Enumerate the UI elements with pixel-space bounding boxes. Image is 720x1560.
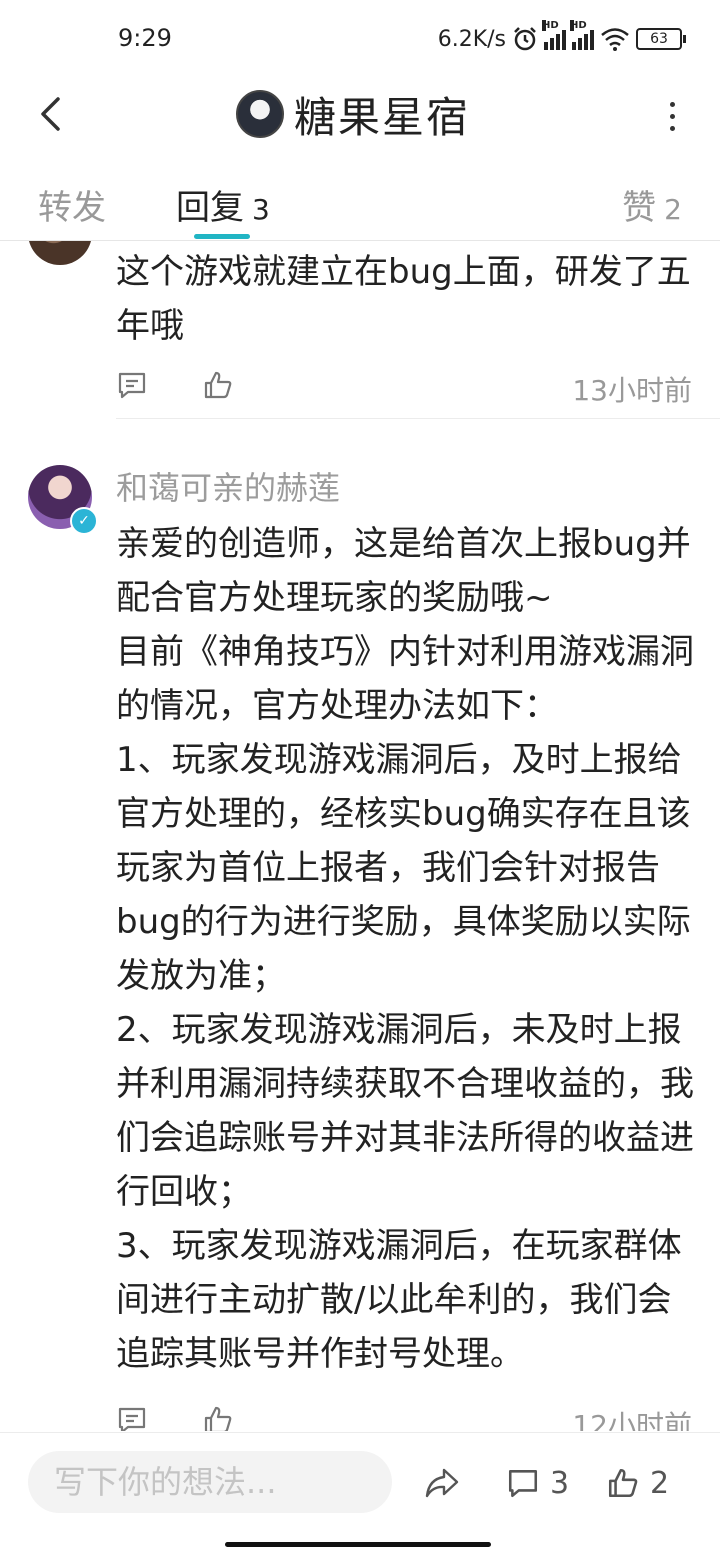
- page-title: 糖果星宿: [294, 92, 471, 142]
- wifi-icon: [601, 28, 629, 51]
- battery-icon: 63: [636, 28, 686, 50]
- status-icons: 6.2K/s HD HD 63: [437, 20, 686, 56]
- signal-icon: HD: [542, 20, 566, 50]
- comment-icon[interactable]: [116, 1404, 148, 1431]
- avatar[interactable]: [28, 241, 92, 265]
- comment-time: 13小时前: [572, 374, 692, 407]
- top-bar: 糖果星宿: [0, 80, 720, 150]
- comment-text: 这个游戏就建立在bug上面，研发了五年哦: [116, 252, 691, 346]
- tab-forward[interactable]: 转发: [38, 180, 106, 229]
- reply-list[interactable]: 这个游戏就建立在bug上面，研发了五年哦 13小时前 ✓ 和蔼可亲的赫莲 亲爱的…: [0, 241, 720, 1431]
- like-count: 2: [650, 1465, 670, 1501]
- comment-actions: 12小时前: [116, 1398, 692, 1431]
- tab-bar: 转发 回复 3 赞2: [0, 170, 720, 241]
- more-dots-icon: [669, 101, 675, 107]
- bottom-action-bar: 写下你的想法... 3 2: [0, 1432, 720, 1533]
- verified-badge-icon: ✓: [70, 507, 98, 535]
- thumbs-up-icon: [608, 1468, 638, 1498]
- tab-likes[interactable]: 赞2: [622, 180, 682, 229]
- network-speed: 6.2K/s: [437, 26, 506, 52]
- comment-input[interactable]: 写下你的想法...: [28, 1451, 392, 1513]
- status-time: 9:29: [118, 24, 172, 52]
- comments-button[interactable]: 3: [506, 1463, 569, 1503]
- chevron-left-icon: [41, 97, 60, 131]
- comment-author[interactable]: 和蔼可亲的赫莲: [116, 463, 340, 509]
- tab-replies[interactable]: 回复 3: [176, 180, 270, 229]
- share-icon: [425, 1468, 459, 1498]
- comment-count: 3: [550, 1465, 570, 1501]
- like-button[interactable]: 2: [606, 1463, 669, 1503]
- avatar[interactable]: [236, 90, 284, 138]
- back-button[interactable]: [26, 90, 74, 138]
- comment-icon: [508, 1470, 538, 1498]
- alarm-icon: [514, 27, 536, 51]
- status-bar: 9:29 6.2K/s HD HD 63: [0, 0, 720, 80]
- thumbs-up-icon[interactable]: [202, 1404, 234, 1431]
- signal-icon: HD: [570, 20, 594, 50]
- share-button[interactable]: [424, 1463, 460, 1503]
- active-tab-indicator: [194, 234, 250, 239]
- like-count: 2: [664, 193, 682, 226]
- comment-time: 12小时前: [572, 1409, 692, 1431]
- divider: [116, 418, 720, 419]
- comment-text: 亲爱的创造师，这是给首次上报bug并配合官方处理玩家的奖励哦~ 目前《神角技巧》…: [116, 524, 694, 1374]
- comment-icon[interactable]: [116, 369, 148, 401]
- more-options-button[interactable]: [660, 94, 684, 138]
- reply-count: 3: [252, 193, 270, 226]
- title-area[interactable]: 糖果星宿: [236, 86, 470, 142]
- thumbs-up-icon[interactable]: [202, 369, 234, 401]
- home-indicator[interactable]: [225, 1542, 491, 1547]
- comment-actions: 13小时前: [116, 363, 692, 411]
